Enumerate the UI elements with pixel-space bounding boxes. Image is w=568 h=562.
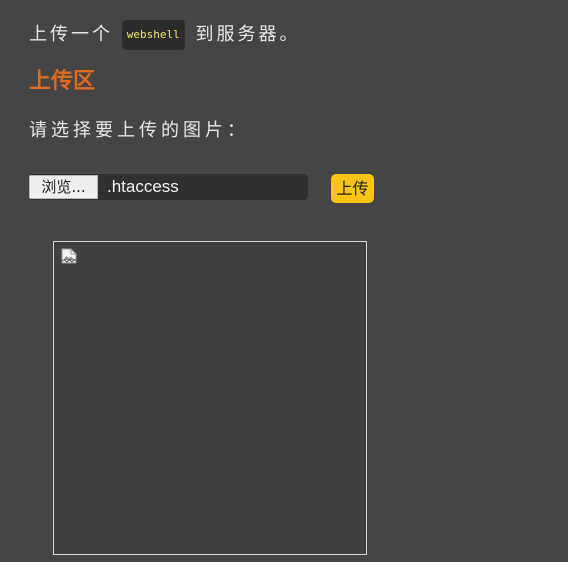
intro-text: 上传一个 webshell 到服务器。	[29, 20, 300, 50]
upload-button[interactable]: 上传	[331, 174, 374, 203]
intro-after: 到服务器。	[195, 24, 301, 45]
broken-image-icon	[61, 248, 77, 264]
selected-file-name: .htaccess	[107, 177, 179, 196]
image-preview	[53, 241, 367, 555]
upload-area-title: 上传区	[29, 69, 96, 94]
select-image-prompt: 请选择要上传的图片：	[29, 120, 249, 141]
webshell-code: webshell	[121, 20, 185, 50]
browse-button[interactable]: 浏览...	[29, 175, 98, 199]
file-picker[interactable]: 浏览... .htaccess	[29, 174, 308, 200]
intro-before: 上传一个	[29, 24, 113, 45]
